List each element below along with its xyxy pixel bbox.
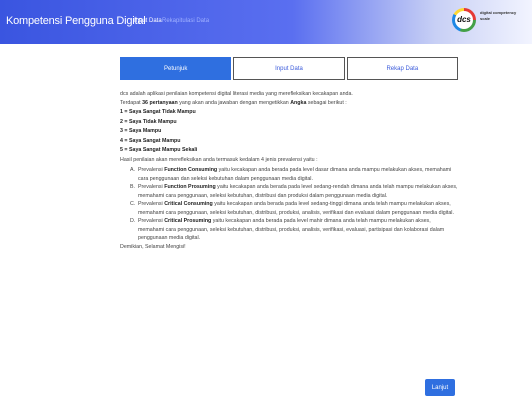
logo-mark: dcs bbox=[455, 11, 473, 29]
tab-bar: Petunjuk Input Data Rekap Data bbox=[120, 57, 458, 80]
question-info: Terdapat 36 pertanyaan yang akan anda ja… bbox=[120, 99, 458, 108]
prevalence-text: Prevalensi Function Prosuming yaitu keca… bbox=[138, 183, 458, 200]
prevalence-name: Function Prosuming bbox=[164, 184, 216, 190]
prevalence-item: A. Prevalensi Function Consuming yaitu k… bbox=[130, 166, 458, 183]
brand-title[interactable]: Kompetensi Pengguna Digital bbox=[6, 15, 146, 27]
scale-item: 4 = Saya Sangat Mampu bbox=[120, 137, 181, 144]
prevalence-letter: A. bbox=[130, 167, 136, 173]
logo-text: digital competency scale bbox=[480, 10, 517, 21]
prevalence-text: Prevalensi Critical Prosuming yaitu keca… bbox=[138, 217, 458, 243]
prevalence-prefix: Prevalensi bbox=[138, 167, 165, 173]
question-info-mid: yang akan anda jawaban dengan mengetikka… bbox=[177, 99, 291, 106]
prevalence-list: A. Prevalensi Function Consuming yaitu k… bbox=[120, 166, 458, 243]
question-count: 36 pertanyaan bbox=[142, 99, 178, 106]
prevalence-prefix: Prevalensi bbox=[138, 218, 165, 224]
prevalence-text: Prevalensi Function Consuming yaitu keca… bbox=[138, 166, 458, 183]
prevalence-name: Function Consuming bbox=[164, 167, 218, 173]
prevalence-item: C. Prevalensi Critical Consuming yaitu k… bbox=[130, 200, 458, 217]
prevalence-name: Critical Prosuming bbox=[164, 218, 212, 224]
instructions-panel: dcs adalah aplikasi penilaian kompetensi… bbox=[120, 90, 458, 251]
tab-rekap-data[interactable]: Rekap Data bbox=[346, 57, 458, 80]
answer-scale: 1 = Saya Sangat Tidak Mampu 2 = Saya Tid… bbox=[120, 108, 458, 156]
closing-text: Demikian, Selamat Mengisi! bbox=[120, 243, 186, 250]
prevalence-text: Prevalensi Critical Consuming yaitu keca… bbox=[138, 200, 458, 217]
prevalence-item: B. Prevalensi Function Prosuming yaitu k… bbox=[130, 183, 458, 200]
prevalence-prefix: Prevalensi bbox=[138, 184, 165, 190]
answer-keyword: Angka bbox=[290, 99, 307, 106]
dcs-logo: dcs digital competency scale bbox=[452, 6, 524, 38]
prevalence-name: Critical Consuming bbox=[164, 201, 213, 207]
logo-ring-icon: dcs bbox=[452, 8, 476, 32]
question-info-pre: Terdapat bbox=[120, 99, 143, 106]
navbar: Kompetensi Pengguna Digital Input Data R… bbox=[0, 0, 532, 44]
nav-link-input-data[interactable]: Input Data bbox=[134, 18, 162, 24]
scale-item: 1 = Saya Sangat Tidak Mampu bbox=[120, 109, 196, 115]
scale-item: 3 = Saya Mampu bbox=[120, 128, 162, 134]
intro-text: dcs adalah aplikasi penilaian kompetensi… bbox=[120, 91, 353, 97]
tab-petunjuk[interactable]: Petunjuk bbox=[120, 57, 232, 80]
scale-item: 2 = Saya Tidak Mampu bbox=[120, 118, 177, 125]
prevalence-letter: C. bbox=[130, 201, 136, 207]
prevalence-letter: B. bbox=[130, 184, 136, 190]
question-info-post: sebagai berikut : bbox=[306, 99, 347, 106]
next-button[interactable]: Lanjut bbox=[425, 379, 455, 396]
prevalence-prefix: Prevalensi bbox=[138, 201, 165, 207]
tab-input-data[interactable]: Input Data bbox=[233, 57, 345, 80]
nav-link-rekap-data[interactable]: Rekapitulasi Data bbox=[162, 18, 209, 24]
prevalence-item: D. Prevalensi Critical Prosuming yaitu k… bbox=[130, 217, 458, 243]
prevalence-intro: Hasil penilaian akan merefleksikan anda … bbox=[120, 156, 318, 163]
scale-item: 5 = Saya Sangat Mampu Sekali bbox=[120, 147, 198, 153]
prevalence-letter: D. bbox=[130, 218, 136, 224]
